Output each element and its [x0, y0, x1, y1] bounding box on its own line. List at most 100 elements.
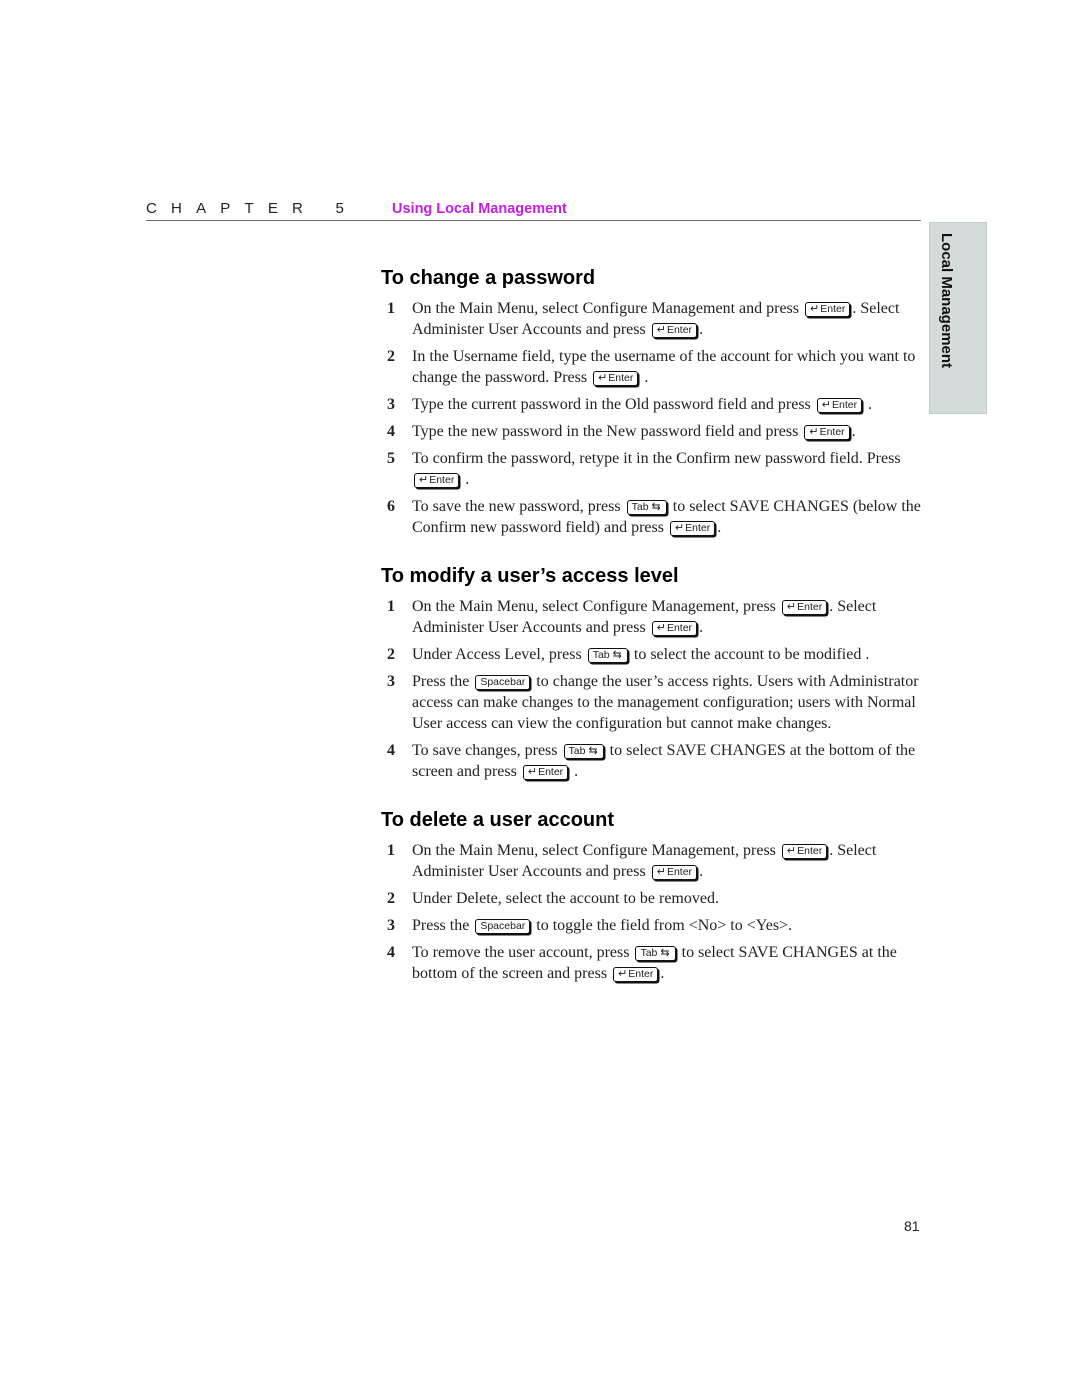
- tab-key: Tab ⇆: [587, 648, 628, 663]
- enter-key: ↵Enter: [593, 371, 639, 386]
- step-number: 4: [387, 944, 395, 961]
- key-label: Enter: [797, 601, 823, 613]
- step-text: .: [864, 396, 873, 413]
- procedure-section: To delete a user account 1 On the Main Men…: [381, 806, 921, 984]
- step-number: 3: [387, 396, 395, 413]
- tab-arrows-icon: ⇆: [660, 947, 670, 959]
- enter-arrow-icon: ↵: [656, 622, 666, 634]
- enter-arrow-icon: ↵: [618, 968, 628, 980]
- key-label: Enter: [538, 766, 564, 778]
- steps-list: 1 On the Main Menu, select Configure Mana…: [381, 840, 921, 984]
- key-label: Spacebar: [480, 920, 526, 932]
- enter-key: ↵Enter: [651, 865, 698, 880]
- tab-arrows-icon: ⇆: [612, 649, 622, 661]
- enter-key: ↵Enter: [805, 302, 851, 317]
- step-text: On the Main Menu, select Configure Manag…: [412, 598, 780, 615]
- procedure-section: To modify a user’s access level 1 On the M…: [381, 562, 921, 782]
- step-number: 3: [387, 673, 395, 690]
- enter-key: ↵Enter: [613, 967, 659, 982]
- enter-arrow-icon: ↵: [809, 426, 819, 438]
- key-label: Enter: [666, 622, 693, 634]
- enter-key: ↵Enter: [414, 473, 460, 488]
- step-number: 1: [387, 842, 395, 859]
- spacebar-key: Spacebar: [475, 919, 531, 934]
- step-text: .: [699, 863, 704, 880]
- enter-key: ↵Enter: [669, 521, 716, 536]
- key-label: Enter: [628, 968, 654, 980]
- step-text: .: [851, 423, 856, 440]
- step-text: .: [660, 965, 665, 982]
- step-number: 4: [387, 423, 395, 440]
- enter-arrow-icon: ↵: [786, 601, 797, 613]
- step-text: .: [640, 369, 649, 386]
- key-label: Enter: [429, 474, 455, 486]
- step-item: 1 On the Main Menu, select Configure Mana…: [381, 596, 921, 638]
- step-item: 2 In the Username field, type the usernam…: [381, 346, 921, 388]
- enter-key: ↵Enter: [781, 844, 828, 859]
- step-text: .: [570, 763, 579, 780]
- step-text: On the Main Menu, select Configure Manag…: [412, 842, 780, 859]
- step-text: Under Access Level, press: [412, 646, 586, 663]
- enter-arrow-icon: ↵: [810, 303, 820, 315]
- key-label: Enter: [608, 372, 634, 384]
- key-label: Enter: [819, 426, 845, 438]
- step-text: .: [461, 471, 470, 488]
- step-number: 2: [387, 890, 395, 907]
- enter-arrow-icon: ↵: [674, 522, 685, 534]
- key-label: Spacebar: [480, 676, 526, 688]
- step-text: In the Username field, type the username…: [412, 348, 916, 386]
- step-item: 3 Press the Spacebar to toggle the field …: [381, 915, 921, 936]
- key-label: Enter: [666, 866, 693, 878]
- tab-arrows-icon: ⇆: [651, 501, 661, 513]
- key-label: Tab: [592, 649, 610, 661]
- enter-arrow-icon: ↵: [656, 324, 666, 336]
- step-number: 3: [387, 917, 395, 934]
- step-number: 2: [387, 348, 395, 365]
- enter-key: ↵Enter: [781, 600, 828, 615]
- step-item: 3 Type the current password in the Old pa…: [381, 394, 921, 415]
- key-label: Enter: [797, 845, 823, 857]
- key-label: Tab: [568, 745, 586, 757]
- step-text: On the Main Menu, select Configure Manag…: [412, 300, 804, 317]
- step-text: to toggle the field from <No> to <Yes>.: [532, 917, 793, 934]
- key-label: Enter: [820, 303, 846, 315]
- chapter-header: CHAPTER 5 Using Local Management: [146, 200, 921, 221]
- step-number: 1: [387, 598, 395, 615]
- tab-key: Tab ⇆: [563, 744, 604, 759]
- key-label: Tab: [640, 947, 658, 959]
- step-text: Type the new password in the New passwor…: [412, 423, 803, 440]
- step-text: to select the account to be modified .: [629, 646, 870, 663]
- key-label: Enter: [666, 324, 693, 336]
- chapter-title: Using Local Management: [392, 201, 567, 217]
- section-heading: To change a password: [381, 267, 596, 289]
- enter-arrow-icon: ↵: [419, 474, 429, 486]
- step-item: 4 To save changes, press Tab ⇆ to select S…: [381, 740, 921, 782]
- step-number: 4: [387, 742, 395, 759]
- key-label: Tab: [631, 501, 649, 513]
- enter-key: ↵Enter: [816, 398, 863, 413]
- step-number: 5: [387, 450, 395, 467]
- step-text: Press the: [412, 673, 474, 690]
- key-label: Enter: [685, 522, 711, 534]
- step-text: .: [717, 519, 722, 536]
- step-item: 2 Under Access Level, press Tab ⇆ to selec…: [381, 644, 921, 665]
- step-item: 5 To confirm the password, retype it in t…: [381, 448, 921, 490]
- step-item: 1 On the Main Menu, select Configure Mana…: [381, 298, 921, 340]
- step-text: .: [699, 619, 704, 636]
- page-content: To change a password 1 On the Main Menu, s…: [381, 264, 921, 1008]
- enter-arrow-icon: ↵: [786, 845, 797, 857]
- steps-list: 1 On the Main Menu, select Configure Mana…: [381, 596, 921, 782]
- step-item: 2 Under Delete, select the account to be …: [381, 888, 921, 909]
- step-text: To remove the user account, press: [412, 944, 634, 961]
- step-item: 4 Type the new password in the New passwo…: [381, 421, 921, 442]
- side-tab-label: Local Management: [938, 233, 955, 369]
- tab-arrows-icon: ⇆: [588, 745, 598, 757]
- step-number: 1: [387, 300, 395, 317]
- tab-key: Tab ⇆: [635, 946, 676, 961]
- step-text: To save the new password, press: [412, 498, 625, 515]
- step-text: To save changes, press: [412, 742, 562, 759]
- enter-key: ↵Enter: [804, 425, 850, 440]
- enter-arrow-icon: ↵: [821, 399, 831, 411]
- enter-arrow-icon: ↵: [527, 766, 538, 778]
- step-number: 2: [387, 646, 395, 663]
